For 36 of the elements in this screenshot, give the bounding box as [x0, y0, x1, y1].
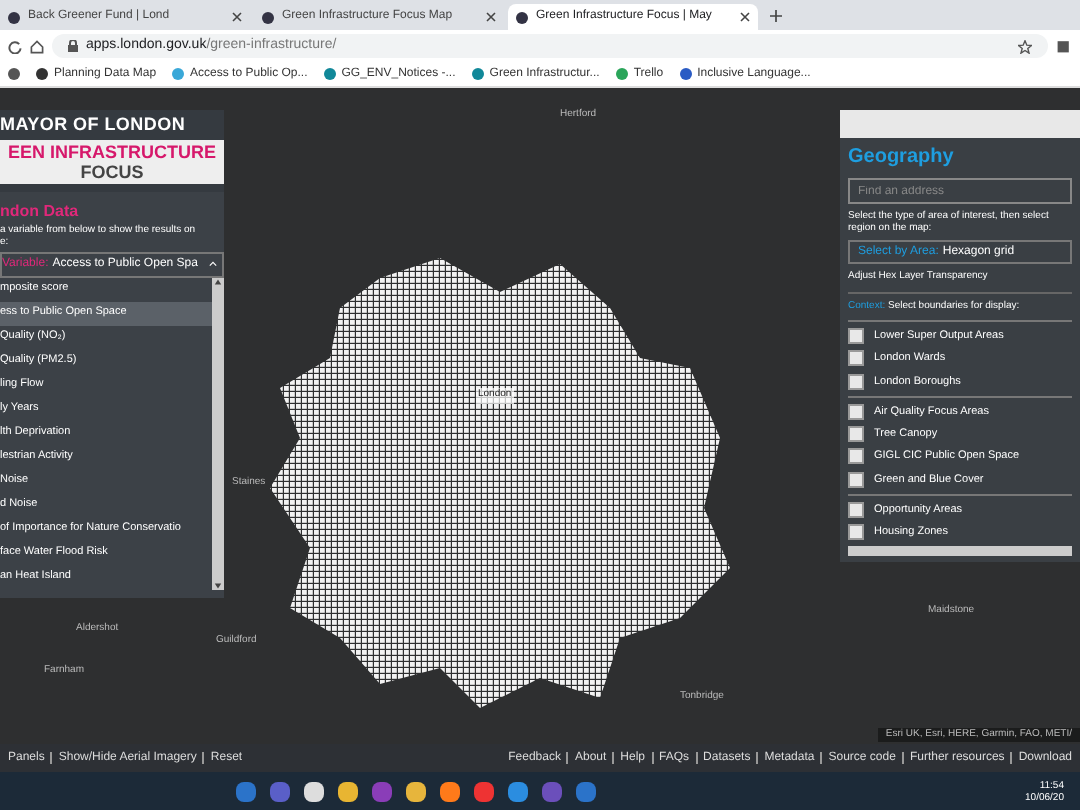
checkbox[interactable] — [848, 448, 864, 465]
horizontal-scrollbar[interactable] — [848, 546, 1072, 557]
favicon-icon — [516, 11, 528, 23]
org-title: MAYOR OF LONDON — [0, 112, 188, 138]
star-icon[interactable] — [1018, 39, 1032, 53]
section-heading: Geography — [848, 144, 956, 172]
new-tab-icon[interactable] — [770, 10, 782, 22]
home-icon[interactable] — [30, 39, 44, 53]
checkbox[interactable] — [848, 403, 864, 420]
app-title: FOCUS — [80, 161, 144, 181]
caret-icon — [208, 260, 218, 268]
bookmark-icon — [615, 68, 628, 80]
checkbox[interactable] — [848, 328, 864, 345]
checkbox[interactable] — [848, 426, 864, 443]
close-icon[interactable] — [486, 12, 496, 22]
lock-icon — [68, 40, 78, 52]
checkbox[interactable] — [848, 524, 864, 541]
map[interactable] — [0, 88, 1080, 744]
app-title: EEN INFRASTRUCTURE — [7, 141, 216, 161]
scroll-down-icon[interactable] — [214, 581, 222, 589]
close-icon[interactable] — [232, 12, 242, 22]
favicon-icon — [262, 11, 274, 23]
reload-icon[interactable] — [8, 39, 22, 53]
bookmark-icon — [172, 68, 185, 80]
bookmark-icon — [36, 68, 48, 80]
favicon-icon — [8, 11, 20, 23]
close-icon[interactable] — [740, 12, 750, 22]
checkbox[interactable] — [848, 350, 864, 367]
bookmark-icon — [679, 68, 692, 80]
bookmark-icon — [471, 68, 484, 80]
checkbox[interactable] — [848, 471, 864, 488]
scrollbar[interactable] — [212, 277, 224, 589]
checkbox[interactable] — [848, 501, 864, 518]
checkbox[interactable] — [848, 373, 864, 390]
section-heading: ndon Data — [0, 199, 81, 223]
bookmark-icon — [323, 68, 336, 80]
